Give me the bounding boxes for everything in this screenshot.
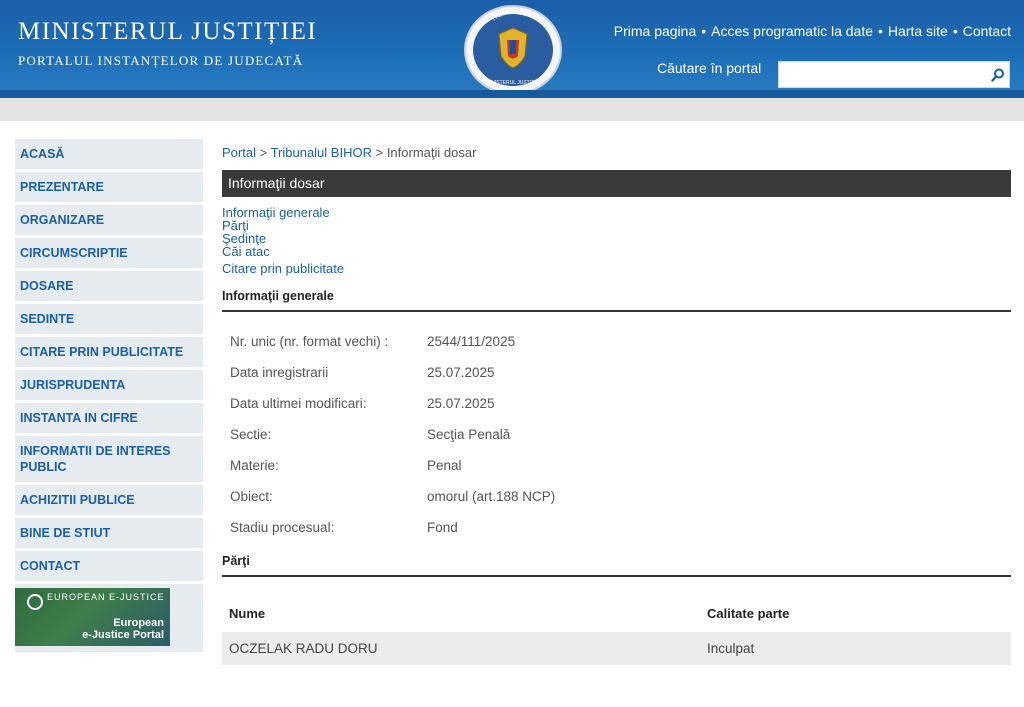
sidebar-item-circumscriptie[interactable]: CIRCUMSCRIPTIE: [15, 238, 203, 268]
link-harta-site[interactable]: Harta site: [888, 23, 948, 39]
info-row: Materie: Penal: [230, 458, 462, 473]
info-row: Sectie: Secţia Penală: [230, 427, 511, 442]
info-row: Data ultimei modificari: 25.07.2025: [230, 396, 495, 411]
header-divider-bar: [0, 98, 1024, 121]
section-heading-general: Informaţii generale: [222, 289, 1011, 312]
info-row: Data inregistrarii 25.07.2025: [230, 365, 495, 380]
sidebar-item-prezentare[interactable]: PREZENTARE: [15, 172, 203, 202]
column-header-calitate: Calitate parte: [707, 606, 790, 621]
sidebar-item-acasa[interactable]: ACASĂ: [15, 139, 203, 169]
sidebar-item-organizare[interactable]: ORGANIZARE: [15, 205, 203, 235]
link-parti[interactable]: Părţi: [222, 219, 1011, 232]
site-subtitle: PORTALUL INSTANȚELOR DE JUDECATĂ: [18, 53, 304, 68]
main-content: Portal > Tribunalul BIHOR > Informaţii d…: [222, 145, 1011, 665]
info-row: Obiect: omorul (art.188 NCP): [230, 489, 556, 504]
ejustice-e-icon: [27, 594, 43, 610]
sidebar-item-jurisprudenta[interactable]: JURISPRUDENTA: [15, 370, 203, 400]
info-row: Stadiu procesual: Fond: [230, 520, 458, 535]
breadcrumb-court[interactable]: Tribunalul BIHOR: [271, 145, 372, 160]
link-citare-prin-publicitate[interactable]: Citare prin publicitate: [222, 262, 1011, 275]
search-label: Căutare în portal: [657, 60, 762, 76]
info-row: Nr. unic (nr. format vechi) :2544/111/20…: [230, 334, 516, 349]
info-value: omorul (art.188 NCP): [427, 489, 556, 504]
ejustice-logo-text: EUROPEAN E-JUSTICE: [47, 592, 165, 602]
sidebar-nav: ACASĂ PREZENTARE ORGANIZARE CIRCUMSCRIPT…: [15, 139, 203, 652]
link-contact[interactable]: Contact: [963, 23, 1011, 39]
cell-calitate: Inculpat: [707, 641, 755, 656]
page-title: Informaţii dosar: [222, 170, 1011, 197]
ejustice-banner[interactable]: EUROPEAN E-JUSTICE European e-Justice Po…: [15, 584, 203, 652]
section-links: Informaţii generale Părţi Şedinţe Căi at…: [222, 206, 1011, 275]
search-input[interactable]: [778, 61, 988, 88]
link-prima-pagina[interactable]: Prima pagina: [614, 23, 697, 39]
site-header: MINISTERUL JUSTIȚIEI PORTALUL INSTANȚELO…: [0, 0, 1024, 98]
info-value: Penal: [427, 458, 462, 473]
table-row: OCZELAK RADU DORU Inculpat: [222, 632, 1011, 665]
link-sedinte[interactable]: Şedinţe: [222, 232, 1011, 245]
sidebar-item-instanta-in-cifre[interactable]: INSTANTA IN CIFRE: [15, 403, 203, 433]
sidebar-item-bine-de-stiut[interactable]: BINE DE STIUT: [15, 518, 203, 548]
link-informatii-generale[interactable]: Informaţii generale: [222, 206, 1011, 219]
ministry-seal-icon[interactable]: ROMÂNIA MINISTERUL JUSTIȚIEI: [463, 4, 563, 96]
sidebar-item-citare[interactable]: CITARE PRIN PUBLICITATE: [15, 337, 203, 367]
link-acces-programatic[interactable]: Acces programatic la date: [711, 23, 873, 39]
breadcrumb-current: Informaţii dosar: [386, 145, 477, 160]
info-value: Secţia Penală: [427, 427, 511, 442]
section-heading-parti: Părţi: [222, 554, 1011, 577]
cell-nume: OCZELAK RADU DORU: [229, 641, 378, 656]
breadcrumb: Portal > Tribunalul BIHOR > Informaţii d…: [222, 145, 477, 160]
search-icon: [990, 68, 1004, 82]
search-button[interactable]: [986, 61, 1010, 88]
sidebar-item-sedinte[interactable]: SEDINTE: [15, 304, 203, 334]
svg-text:MINISTERUL JUSTIȚIEI: MINISTERUL JUSTIȚIEI: [486, 80, 541, 86]
info-value: Fond: [427, 520, 458, 535]
info-value: 25.07.2025: [427, 365, 495, 380]
ejustice-logo: EUROPEAN E-JUSTICE European e-Justice Po…: [15, 588, 170, 646]
parti-table-header: Nume Calitate parte: [222, 606, 1011, 632]
sidebar-item-contact[interactable]: CONTACT: [15, 551, 203, 581]
sidebar-item-informatii-interes-public[interactable]: INFORMATII DE INTERES PUBLIC: [15, 436, 203, 482]
general-info-table: Nr. unic (nr. format vechi) :2544/111/20…: [222, 334, 1011, 551]
info-value: 2544/111/2025: [427, 334, 516, 349]
top-links: Prima pagina • Acces programatic la date • H…: [613, 23, 1011, 39]
column-header-nume: Nume: [229, 606, 266, 621]
info-value: 25.07.2025: [427, 396, 495, 411]
ejustice-caption: European e-Justice Portal: [82, 617, 164, 641]
sidebar-item-achizitii[interactable]: ACHIZITII PUBLICE: [15, 485, 203, 515]
link-cai-atac[interactable]: Căi atac: [222, 245, 1011, 258]
sidebar-item-dosare[interactable]: DOSARE: [15, 271, 203, 301]
site-title[interactable]: MINISTERUL JUSTIȚIEI: [18, 18, 317, 46]
breadcrumb-portal[interactable]: Portal: [222, 145, 256, 160]
